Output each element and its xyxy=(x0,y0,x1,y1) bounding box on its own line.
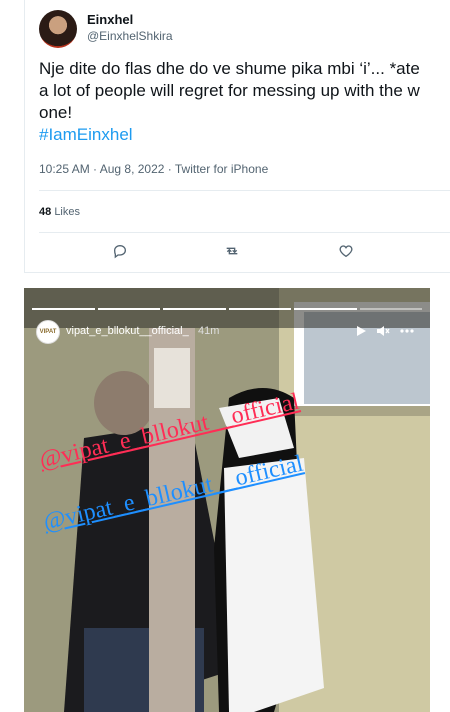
reply-icon[interactable] xyxy=(109,240,131,262)
tweet-card: Einxhel @EinxhelShkira Nje dite do flas … xyxy=(24,0,450,272)
story-header: VIPAT vipat_e_bllokut__official_ 41m xyxy=(36,320,418,346)
divider xyxy=(39,232,450,233)
story-time: 41m xyxy=(198,325,220,337)
user-handle[interactable]: @EinxhelShkira xyxy=(87,29,173,43)
divider xyxy=(24,272,450,273)
display-name[interactable]: Einxhel xyxy=(87,12,133,27)
tweet-line: one! xyxy=(39,103,73,122)
like-icon[interactable] xyxy=(335,240,357,262)
more-icon[interactable] xyxy=(398,322,416,340)
progress-segment xyxy=(228,308,291,310)
mute-icon[interactable] xyxy=(374,322,392,340)
progress-segment xyxy=(32,308,95,310)
likes-summary[interactable]: 48 Likes xyxy=(39,206,80,218)
progress-segment xyxy=(294,308,357,310)
story-progress xyxy=(32,308,422,310)
tweet-line: a lot of people will regret for messing … xyxy=(39,81,420,100)
likes-label: Likes xyxy=(54,206,80,218)
story-avatar[interactable]: VIPAT xyxy=(36,320,60,344)
avatar[interactable] xyxy=(39,10,77,48)
progress-segment xyxy=(359,308,422,310)
retweet-icon[interactable] xyxy=(221,240,243,262)
avatar-logo-text: VIPAT xyxy=(39,329,57,335)
progress-segment xyxy=(97,308,160,310)
play-icon[interactable] xyxy=(352,322,370,340)
divider xyxy=(39,190,450,191)
tweet-timestamp[interactable]: 10:25 AM · Aug 8, 2022 · Twitter for iPh… xyxy=(39,162,268,176)
tweet-text: Nje dite do flas dhe do ve shume pika mb… xyxy=(39,58,450,146)
progress-segment xyxy=(163,308,226,310)
tweet-line: Nje dite do flas dhe do ve shume pika mb… xyxy=(39,59,420,78)
story-username[interactable]: vipat_e_bllokut__official_ xyxy=(66,325,189,337)
tweet-actions xyxy=(39,240,450,264)
hashtag-link[interactable]: #IamEinxhel xyxy=(39,124,450,146)
likes-count: 48 xyxy=(39,206,52,218)
